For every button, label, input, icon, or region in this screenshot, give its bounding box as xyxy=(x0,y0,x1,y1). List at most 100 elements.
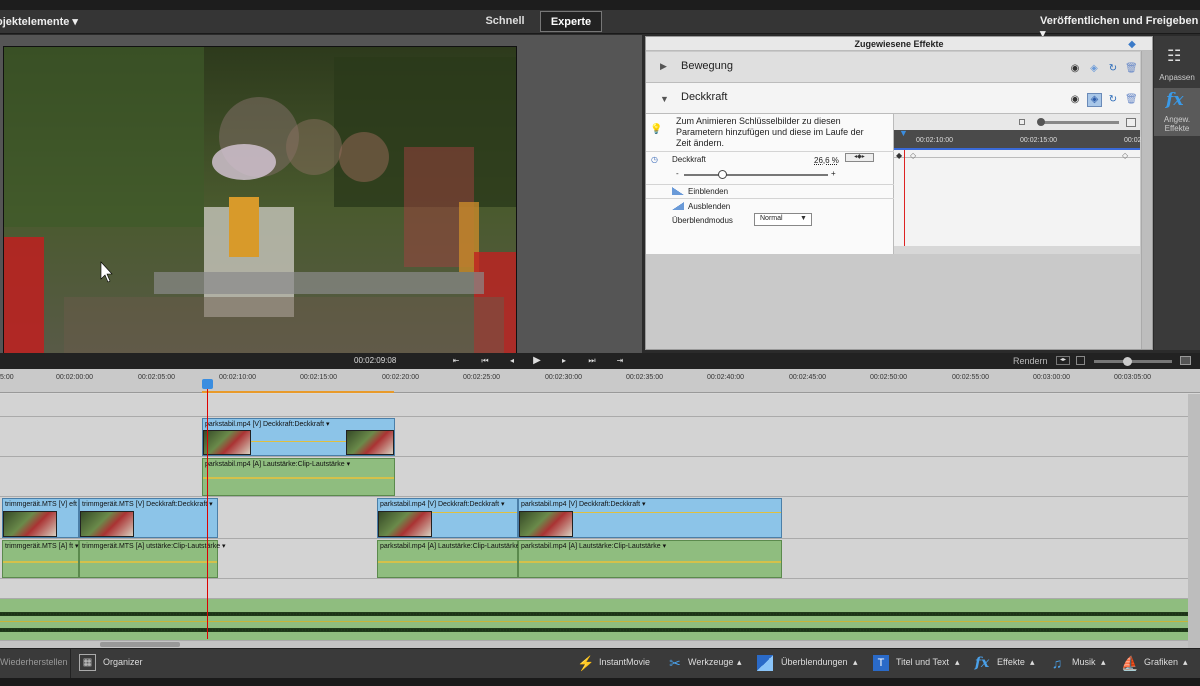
zoom-out-icon[interactable] xyxy=(1019,119,1025,125)
keyframe-marker-icon[interactable]: ◇ xyxy=(910,151,916,160)
music-button[interactable]: Musik xyxy=(1072,657,1096,667)
zoom-slider-thumb[interactable] xyxy=(1037,118,1045,126)
keyframe-nav-buttons[interactable]: ◂◆▸ xyxy=(845,153,874,162)
effect-row-deckkraft[interactable]: ▼ Deckkraft ◉ ◈ ↻ 🗑 xyxy=(646,83,1140,114)
work-area-bar[interactable] xyxy=(202,391,394,393)
render-button[interactable]: Rendern xyxy=(1013,356,1048,366)
keyframe-toggle-icon[interactable]: ◈ xyxy=(1088,63,1100,75)
fade-in-button[interactable]: Einblenden xyxy=(688,187,728,196)
clip-video[interactable]: parkstabil.mp4 [V] Deckkraft:Deckkraft ▾ xyxy=(377,498,518,538)
effects-button[interactable]: Effekte xyxy=(997,657,1025,667)
keyframe-toggle-icon[interactable]: ◈ xyxy=(1087,93,1102,107)
previous-edit-icon[interactable]: ⏮ xyxy=(478,355,492,367)
track-audio-1[interactable]: trimmgeräit.MTS [A] ft ▾ trimmgeräit.MTS… xyxy=(0,539,1188,579)
volume-line[interactable] xyxy=(203,477,394,479)
param-value[interactable]: 26,6 % xyxy=(814,156,839,165)
track-empty[interactable] xyxy=(0,579,1188,599)
trash-icon[interactable]: 🗑 xyxy=(1125,94,1138,106)
timecode[interactable]: 00:02:09:08 xyxy=(354,356,396,365)
trash-icon[interactable]: 🗑 xyxy=(1125,63,1138,75)
reset-icon[interactable]: ↻ xyxy=(1107,63,1119,75)
vertical-scrollbar[interactable] xyxy=(1141,51,1152,349)
track-audio-2[interactable]: parkstabil.mp4 [A] Lautstärke:Clip-Lauts… xyxy=(0,457,1188,497)
step-forward-icon[interactable]: ▸ xyxy=(557,355,571,367)
zoom-slider-track[interactable] xyxy=(1039,121,1119,124)
opacity-line[interactable] xyxy=(251,441,346,442)
chevron-icon: ▴ xyxy=(1183,657,1188,667)
clip-video[interactable]: trimmgeräit.MTS [V] eft ▾ xyxy=(2,498,82,538)
panel-menu-icon[interactable]: ◆ xyxy=(1126,39,1138,51)
clip-audio[interactable]: parkstabil.mp4 [A] Lautstärke:Clip-Lauts… xyxy=(202,458,395,496)
tab-expert[interactable]: Experte xyxy=(540,11,602,32)
timeline-zoom-track[interactable] xyxy=(1094,360,1172,363)
clip-audio[interactable]: parkstabil.mp4 [A] Lautstärke:Clip-Lauts… xyxy=(377,540,525,578)
clip-audio[interactable]: trimmgeräit.MTS [A] utstärke:Clip-Lautst… xyxy=(79,540,226,578)
keyframe-track[interactable]: ◆ ◇ ◇ xyxy=(894,150,1140,246)
timeline-vscrollbar[interactable] xyxy=(1188,394,1200,648)
opacity-line[interactable] xyxy=(573,512,781,513)
keyframe-area: 00:02:10:00 00:02:15:00 00:02 ▼ ◆ ◇ ◇ xyxy=(894,114,1142,254)
track-empty-top[interactable] xyxy=(0,394,1188,417)
timeline-hscrollbar[interactable] xyxy=(0,641,1188,648)
horizontal-scrollbar[interactable] xyxy=(894,246,1140,254)
redo-button[interactable]: Wiederherstellen xyxy=(0,657,68,667)
play-icon[interactable]: ▶ xyxy=(530,355,544,367)
reset-icon[interactable]: ↻ xyxy=(1107,94,1119,106)
blend-mode-select[interactable]: Normal ▼ xyxy=(754,213,812,226)
clip-video[interactable]: trimmgeräit.MTS [V] Deckkraft:Deckkraft … xyxy=(79,498,218,538)
next-edit-icon[interactable]: ⏭ xyxy=(585,355,599,367)
keyframe-marker-icon[interactable]: ◇ xyxy=(1122,151,1128,160)
scroll-thumb[interactable] xyxy=(100,642,180,647)
zoom-full-icon[interactable] xyxy=(1180,356,1191,365)
transitions-button[interactable]: Überblendungen xyxy=(781,657,848,667)
project-assets-menu[interactable]: ojektelemente ▾ xyxy=(0,15,78,28)
eye-icon[interactable]: ◉ xyxy=(1069,94,1081,106)
volume-line[interactable] xyxy=(80,561,217,563)
titles-button[interactable]: Titel und Text xyxy=(896,657,949,667)
opacity-line[interactable] xyxy=(432,512,517,513)
timeline-ruler[interactable]: 5:00 00:02:00:00 00:02:05:00 00:02:10:00… xyxy=(0,369,1200,393)
tools-button[interactable]: Werkzeuge xyxy=(688,657,733,667)
volume-line[interactable] xyxy=(378,561,517,563)
slider-plus: + xyxy=(831,169,836,178)
track-soundtrack[interactable] xyxy=(0,599,1188,641)
applied-effects-button[interactable]: fx Angew. Effekte xyxy=(1154,88,1200,136)
clip-label: parkstabil.mp4 [A] Lautstärke:Clip-Lauts… xyxy=(205,461,351,468)
opacity-slider-thumb[interactable] xyxy=(718,170,728,179)
stopwatch-icon[interactable]: ◷ xyxy=(651,155,658,164)
eye-icon[interactable]: ◉ xyxy=(1069,63,1081,75)
slider-minus: - xyxy=(676,169,679,178)
clip-video[interactable]: parkstabil.mp4 [V] Deckkraft:Deckkraft ▾ xyxy=(202,418,395,456)
playhead-handle[interactable] xyxy=(202,379,213,389)
expand-icon[interactable]: ▶ xyxy=(660,61,667,72)
go-to-start-icon[interactable]: ⇤ xyxy=(449,355,463,367)
clip-audio[interactable]: parkstabil.mp4 [A] Lautstärke:Clip-Lauts… xyxy=(518,540,782,578)
zoom-in-icon[interactable] xyxy=(1126,118,1136,127)
clip-video[interactable]: parkstabil.mp4 [V] Deckkraft:Deckkraft ▾ xyxy=(518,498,782,538)
graphics-button[interactable]: Grafiken xyxy=(1144,657,1178,667)
go-to-end-icon[interactable]: ⇥ xyxy=(613,355,627,367)
keyframe-ruler[interactable]: 00:02:10:00 00:02:15:00 00:02 ▼ xyxy=(894,128,1142,150)
track-video-1[interactable]: trimmgeräit.MTS [V] eft ▾ trimmgeräit.MT… xyxy=(0,497,1188,539)
opacity-slider-track[interactable] xyxy=(684,174,828,176)
track-video-2[interactable]: parkstabil.mp4 [V] Deckkraft:Deckkraft ▾ xyxy=(0,417,1188,457)
collapse-icon[interactable]: ▼ xyxy=(660,94,669,104)
step-back-icon[interactable]: ◂ xyxy=(505,355,519,367)
effect-row-bewegung[interactable]: ▶ Bewegung ◉ ◈ ↻ 🗑 xyxy=(646,52,1140,83)
clip-audio[interactable]: trimmgeräit.MTS [A] ft ▾ xyxy=(2,540,79,578)
chevron-down-icon: ▼ xyxy=(800,215,807,222)
instantmovie-button[interactable]: InstantMovie xyxy=(599,657,650,667)
timeline-zoom-thumb[interactable] xyxy=(1123,357,1132,366)
video-monitor[interactable] xyxy=(3,46,517,371)
organizer-icon[interactable]: ▦ xyxy=(79,654,96,671)
adjust-button[interactable]: ☷ Anpassen xyxy=(1154,44,1200,86)
fade-out-button[interactable]: Ausblenden xyxy=(688,202,730,211)
kf-playhead-icon[interactable]: ▼ xyxy=(899,128,908,138)
organizer-button[interactable]: Organizer xyxy=(103,657,143,667)
fit-icon[interactable] xyxy=(1076,356,1085,365)
tab-quick[interactable]: Schnell xyxy=(470,11,540,32)
volume-line[interactable] xyxy=(519,561,781,563)
marker-icon[interactable]: ◂▸ xyxy=(1056,356,1070,365)
keyframe-marker-icon[interactable]: ◆ xyxy=(896,151,902,160)
volume-line[interactable] xyxy=(3,561,78,563)
